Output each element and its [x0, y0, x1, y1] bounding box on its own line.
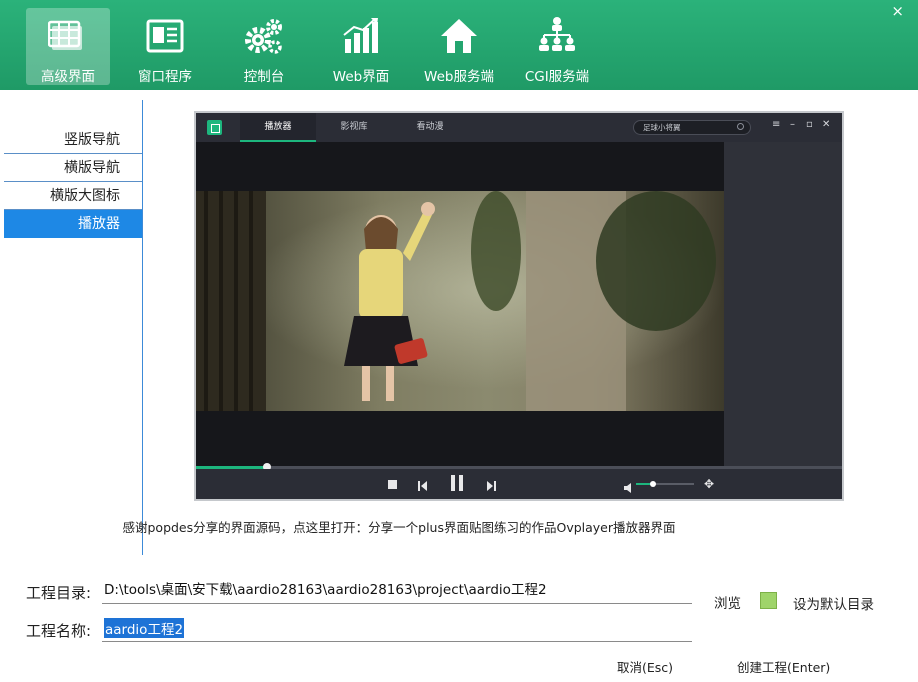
browse-button[interactable]: 浏览 — [714, 592, 741, 612]
player-search-box: 足球小将翼 — [633, 120, 751, 135]
project-dir-value: D:\tools\桌面\安下载\aardio28163\aardio28163\… — [104, 582, 547, 598]
source-credit-link[interactable]: 感谢popdes分享的界面源码，点这里打开：分享一个plus界面贴图练习的作品O… — [0, 517, 918, 536]
next-icon — [486, 477, 496, 496]
default-dir-label[interactable]: 设为默认目录 — [793, 593, 874, 613]
toolbar-console-button[interactable]: 控制台 — [228, 8, 300, 85]
player-search-text: 足球小将翼 — [643, 123, 681, 132]
toolbar-label: Web服务端 — [424, 69, 494, 85]
player-side-panel — [724, 142, 842, 466]
project-dir-label: 工程目录: — [26, 584, 92, 602]
project-name-value: aardio工程2 — [104, 618, 185, 638]
pause-icon — [450, 475, 464, 495]
cancel-button[interactable]: 取消(Esc) — [617, 657, 673, 676]
org-tree-icon — [535, 14, 579, 57]
toolbar-label: CGI服务端 — [524, 69, 590, 85]
default-dir-checkbox[interactable] — [760, 592, 777, 609]
player-titlebar: 播放器 影视库 看动漫 足球小将翼 ≡ – ▫ ✕ — [196, 113, 842, 142]
player-logo-icon — [207, 120, 222, 135]
toolbar-label: 高级界面 — [41, 69, 95, 85]
toolbar-label: 控制台 — [243, 69, 285, 85]
volume-slider — [636, 481, 694, 487]
gears-icon — [242, 14, 286, 57]
menu-icon: ≡ — [772, 119, 781, 130]
create-project-button[interactable]: 创建工程(Enter) — [737, 657, 830, 676]
player-tab-anime: 看动漫 — [416, 122, 444, 132]
player-video-area — [196, 142, 724, 466]
toolbar-advanced-ui-button[interactable]: 高级界面 — [26, 8, 110, 85]
toolbar-label: Web界面 — [332, 69, 390, 85]
nav-item-player[interactable]: 播放器 — [4, 210, 142, 238]
previous-icon — [418, 477, 428, 496]
window-newspaper-icon — [143, 14, 187, 57]
toolbar-cgi-server-button[interactable]: CGI服务端 — [518, 8, 596, 85]
player-controls: ✥ — [196, 469, 842, 499]
bar-chart-icon — [339, 14, 383, 57]
top-toolbar: 高级界面 窗口程序 控制台 Web界面 Web服务端 CGI服务端 × — [0, 0, 918, 90]
divider — [142, 100, 143, 555]
grid-table-icon — [46, 14, 90, 57]
video-frame — [196, 191, 724, 411]
close-icon[interactable]: × — [891, 2, 904, 20]
project-name-field[interactable]: aardio工程2 — [102, 614, 692, 642]
template-preview-image[interactable]: 播放器 影视库 看动漫 足球小将翼 ≡ – ▫ ✕ ✥ — [194, 111, 844, 501]
toolbar-window-program-button[interactable]: 窗口程序 — [127, 8, 203, 85]
volume-icon — [624, 478, 633, 497]
nav-item-vertical-nav[interactable]: 竖版导航 — [4, 126, 142, 154]
nav-item-horizontal-nav[interactable]: 横版导航 — [4, 154, 142, 182]
player-tab-library: 影视库 — [340, 122, 368, 132]
volume-knob — [650, 481, 657, 487]
search-icon — [737, 123, 744, 130]
project-name-label: 工程名称: — [26, 622, 92, 640]
toolbar-web-ui-button[interactable]: Web界面 — [326, 8, 396, 85]
nav-item-horizontal-big-icons[interactable]: 横版大图标 — [4, 182, 142, 210]
player-tab-player: 播放器 — [240, 113, 316, 142]
home-icon — [437, 14, 481, 57]
fullscreen-icon: ✥ — [704, 477, 715, 491]
close-icon: ✕ — [822, 119, 831, 130]
project-dir-field[interactable]: D:\tools\桌面\安下载\aardio28163\aardio28163\… — [102, 574, 692, 604]
minimize-icon: – — [790, 119, 795, 130]
left-nav: 竖版导航 横版导航 横版大图标 播放器 — [4, 126, 142, 238]
toolbar-label: 窗口程序 — [138, 69, 192, 85]
toolbar-web-server-button[interactable]: Web服务端 — [418, 8, 500, 85]
maximize-icon: ▫ — [806, 119, 813, 130]
stop-icon — [388, 480, 397, 489]
